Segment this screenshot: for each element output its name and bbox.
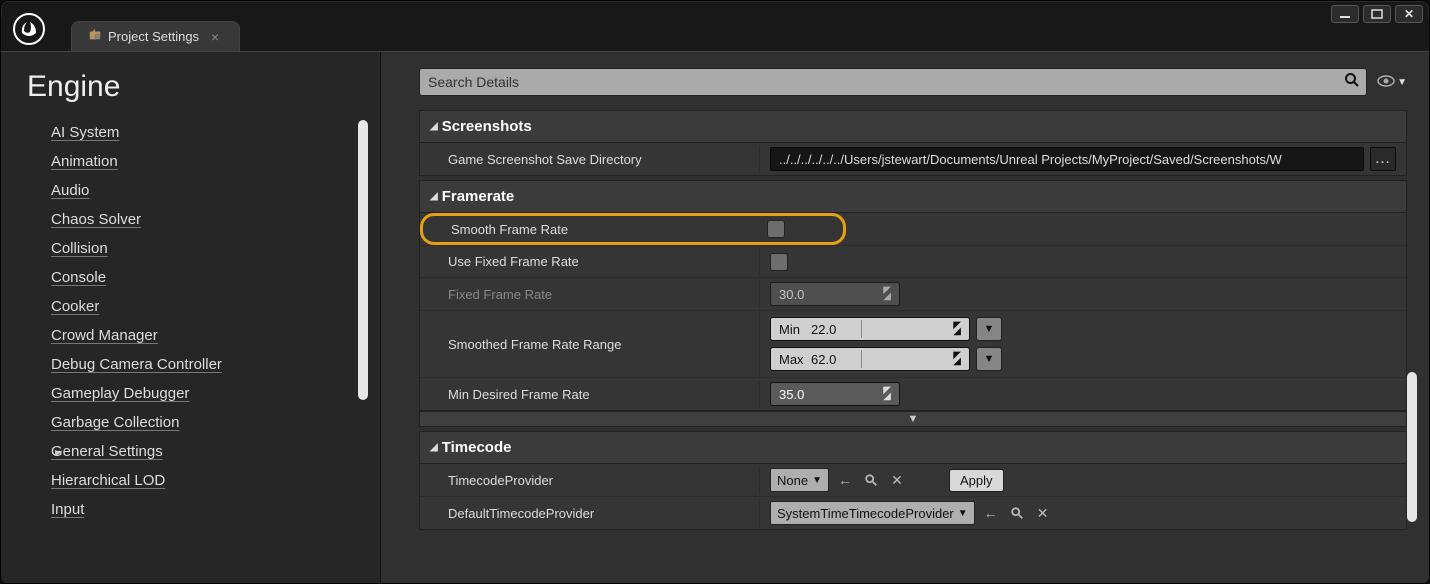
collapse-icon: ◢: [430, 121, 438, 132]
sidebar-scrollbar[interactable]: [358, 120, 368, 400]
sidebar-item-ai-system[interactable]: AI System: [27, 118, 354, 147]
use-selected-button[interactable]: ←: [981, 503, 1001, 523]
label-smooth-frame-rate: Smooth Frame Rate: [429, 219, 761, 240]
sidebar-item-console[interactable]: Console: [27, 263, 354, 292]
tab-label: Project Settings: [108, 29, 199, 44]
tab-project-settings[interactable]: Project Settings ×: [71, 21, 240, 51]
browse-asset-button[interactable]: [1007, 503, 1027, 523]
input-smoothed-range-min[interactable]: Min 22.0 ◤◢: [770, 317, 970, 341]
collapse-icon: ◢: [430, 191, 438, 202]
label-smoothed-frame-rate-range: Smoothed Frame Rate Range: [420, 311, 760, 377]
sidebar-item-audio[interactable]: Audio: [27, 176, 354, 205]
clear-button[interactable]: ✕: [887, 470, 907, 490]
search-input[interactable]: [426, 70, 1340, 94]
unreal-logo-icon: [9, 9, 49, 49]
spinner-arrows-icon: ◤◢: [883, 388, 891, 400]
label-timecode-provider: TimecodeProvider: [420, 467, 760, 494]
label-fixed-frame-rate: Fixed Frame Rate: [420, 281, 760, 308]
sidebar-item-input[interactable]: Input: [27, 495, 354, 524]
sidebar-item-chaos-solver[interactable]: Chaos Solver: [27, 205, 354, 234]
label-screenshot-save-dir: Game Screenshot Save Directory: [420, 146, 760, 173]
project-settings-window: ✕ Project Settings × Engine AI System An…: [0, 0, 1430, 584]
close-button[interactable]: ✕: [1395, 5, 1423, 23]
sidebar: Engine AI System Animation Audio Chaos S…: [1, 52, 381, 583]
apply-button[interactable]: Apply: [949, 469, 1004, 492]
label-use-fixed-frame-rate: Use Fixed Frame Rate: [420, 248, 760, 275]
window-controls: ✕: [1331, 5, 1423, 23]
sidebar-item-crowd-manager[interactable]: Crowd Manager: [27, 321, 354, 350]
section-framerate: ◢ Framerate Smooth Frame Rate: [419, 180, 1407, 427]
label-min-desired-frame-rate: Min Desired Frame Rate: [420, 381, 760, 408]
chevron-down-icon: ▼: [908, 413, 919, 425]
collapse-icon: ◢: [430, 442, 438, 453]
search-icon[interactable]: [1344, 72, 1360, 93]
chevron-down-icon: ▼: [958, 508, 968, 519]
sidebar-item-gameplay-debugger[interactable]: Gameplay Debugger: [27, 379, 354, 408]
search-bar: ▼: [419, 68, 1407, 96]
input-screenshot-save-dir[interactable]: ../../../../../../Users/jstewart/Documen…: [770, 147, 1364, 171]
gear-icon: [88, 28, 102, 45]
sidebar-heading: Engine: [27, 70, 354, 104]
sidebar-item-animation[interactable]: Animation: [27, 147, 354, 176]
sidebar-item-cooker[interactable]: Cooker: [27, 292, 354, 321]
spinner-arrows-icon: ◤◢: [883, 288, 891, 300]
sidebar-item-collision[interactable]: Collision: [27, 234, 354, 263]
minimize-button[interactable]: [1331, 5, 1359, 23]
section-header-timecode[interactable]: ◢ Timecode: [419, 431, 1407, 464]
maximize-button[interactable]: [1363, 5, 1391, 23]
eye-icon: [1377, 74, 1395, 91]
tab-close-icon[interactable]: ×: [211, 30, 219, 44]
main-scrollbar[interactable]: [1407, 372, 1417, 522]
view-options-button[interactable]: ▼: [1377, 74, 1407, 91]
details-panel: ▼ ◢ Screenshots Game Screenshot Save Dir…: [381, 52, 1429, 583]
checkbox-smooth-frame-rate[interactable]: [767, 220, 785, 238]
dropdown-timecode-provider[interactable]: None ▼: [770, 468, 829, 492]
chevron-down-icon: ▼: [812, 475, 822, 486]
content-area: Engine AI System Animation Audio Chaos S…: [1, 51, 1429, 583]
tab-bar: Project Settings ×: [1, 17, 1429, 51]
section-timecode: ◢ Timecode TimecodeProvider None ▼ ←: [419, 431, 1407, 530]
browse-button[interactable]: …: [1370, 147, 1396, 171]
dropdown-max-button[interactable]: ▼: [976, 347, 1002, 371]
spinner-arrows-icon: ◤◢: [953, 323, 961, 335]
search-input-wrap[interactable]: [419, 68, 1367, 96]
section-screenshots: ◢ Screenshots Game Screenshot Save Direc…: [419, 110, 1407, 176]
use-selected-button[interactable]: ←: [835, 470, 855, 490]
browse-asset-button[interactable]: [861, 470, 881, 490]
label-default-timecode-provider: DefaultTimecodeProvider: [420, 500, 760, 527]
sidebar-item-debug-camera-controller[interactable]: Debug Camera Controller: [27, 350, 354, 379]
sidebar-item-general-settings[interactable]: General Settings: [27, 437, 354, 466]
section-header-screenshots[interactable]: ◢ Screenshots: [419, 110, 1407, 143]
chevron-down-icon: ▼: [1397, 77, 1407, 88]
spinner-arrows-icon: ◤◢: [953, 353, 961, 365]
dropdown-default-timecode-provider[interactable]: SystemTimeTimecodeProvider ▼: [770, 501, 975, 525]
checkbox-use-fixed-frame-rate[interactable]: [770, 253, 788, 271]
input-smoothed-range-max[interactable]: Max 62.0 ◤◢: [770, 347, 970, 371]
section-header-framerate[interactable]: ◢ Framerate: [419, 180, 1407, 213]
input-fixed-frame-rate[interactable]: 30.0 ◤◢: [770, 282, 900, 306]
input-min-desired-frame-rate[interactable]: 35.0 ◤◢: [770, 382, 900, 406]
clear-button[interactable]: ✕: [1033, 503, 1053, 523]
dropdown-min-button[interactable]: ▼: [976, 317, 1002, 341]
sidebar-item-garbage-collection[interactable]: Garbage Collection: [27, 408, 354, 437]
expand-advanced-button[interactable]: ▼: [419, 411, 1407, 427]
sidebar-item-hierarchical-lod[interactable]: Hierarchical LOD: [27, 466, 354, 495]
